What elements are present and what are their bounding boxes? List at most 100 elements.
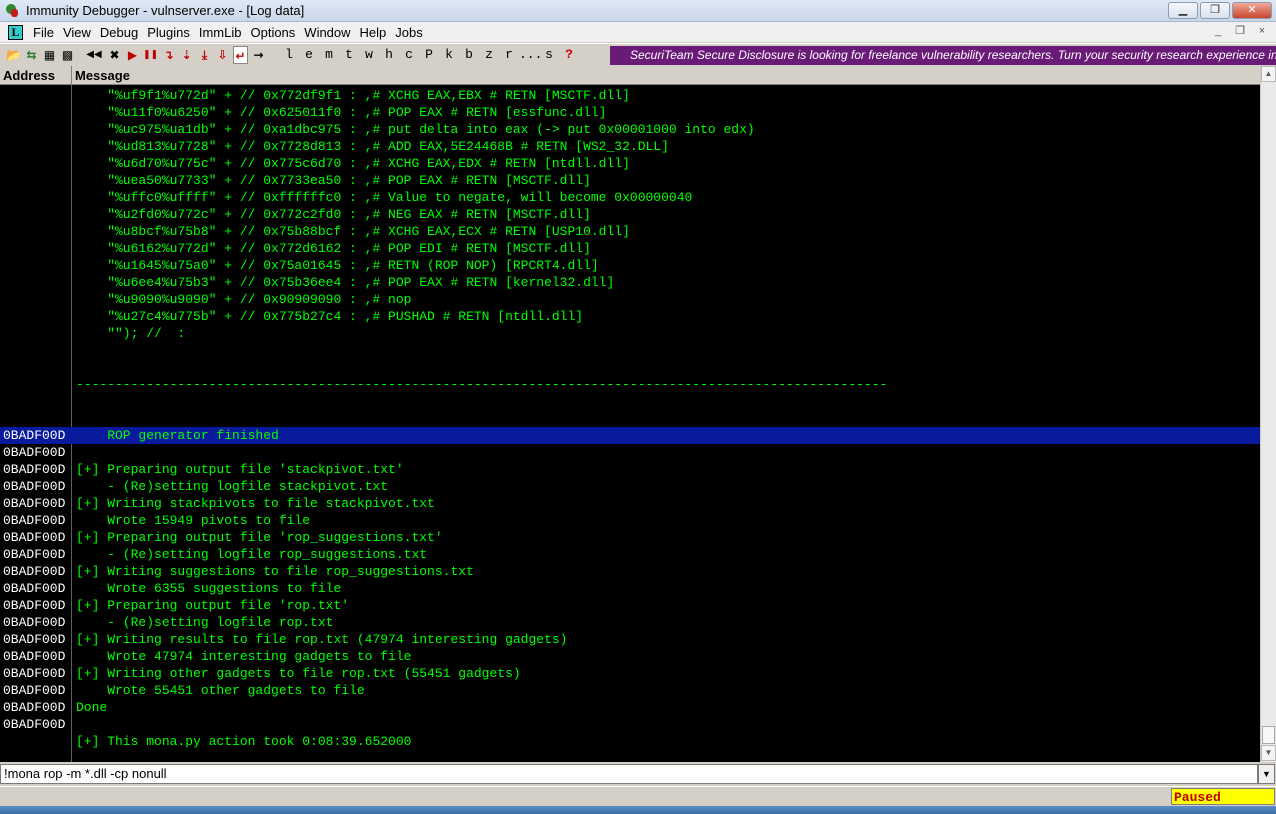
log-line[interactable]: 0BADF00D [+] Preparing output file 'stack… xyxy=(0,461,1260,478)
run-icon[interactable]: ▶ xyxy=(125,46,140,64)
title-bar[interactable]: Immunity Debugger - vulnserver.exe - [Lo… xyxy=(0,0,1276,22)
threads-button[interactable]: t xyxy=(339,46,359,64)
executable-modules-button[interactable]: e xyxy=(299,46,319,64)
log-line[interactable]: "%u27c4%u775b" + // 0x775b27c4 : ,# PUSH… xyxy=(0,308,1260,325)
log-line[interactable]: 0BADF00D - (Re)setting logfile rop_sugge… xyxy=(0,546,1260,563)
log-line[interactable] xyxy=(0,393,1260,410)
log-line[interactable]: "%u9090%u9090" + // 0x90909090 : ,# nop xyxy=(0,291,1260,308)
address-column-header[interactable]: Address xyxy=(0,66,72,84)
child-restore-button[interactable]: ❐ xyxy=(1232,24,1248,38)
log-line[interactable]: "%u8bcf%u75b8" + // 0x75b88bcf : ,# XCHG… xyxy=(0,223,1260,240)
vertical-scrollbar[interactable]: ▲ ▼ xyxy=(1260,66,1276,762)
log-line[interactable]: "%uea50%u7733" + // 0x7733ea50 : ,# POP … xyxy=(0,172,1260,189)
restart-icon[interactable]: ⇆ xyxy=(24,46,39,64)
log-line[interactable]: 0BADF00D Wrote 15949 pivots to file xyxy=(0,512,1260,529)
close-file-icon[interactable]: ▦ xyxy=(42,46,57,64)
log-line[interactable]: "%u2fd0%u772c" + // 0x772c2fd0 : ,# NEG … xyxy=(0,206,1260,223)
scroll-down-arrow-icon[interactable]: ▼ xyxy=(1261,745,1276,761)
log-line[interactable]: 0BADF00D [+] Preparing output file 'rop_s… xyxy=(0,529,1260,546)
advertisement-banner[interactable]: SecuriTeam Secure Disclosure is looking … xyxy=(610,46,1276,65)
source-button[interactable]: s xyxy=(539,46,559,64)
log-line[interactable]: 0BADF00D Wrote 47974 interesting gadgets… xyxy=(0,648,1260,665)
go-to-icon[interactable]: → xyxy=(251,46,266,64)
log-line[interactable]: "%u6162%u772d" + // 0x772d6162 : ,# POP … xyxy=(0,240,1260,257)
log-line[interactable]: 0BADF00D Wrote 55451 other gadgets to fi… xyxy=(0,682,1260,699)
log-line[interactable]: "%ud813%u7728" + // 0x7728d813 : ,# ADD … xyxy=(0,138,1260,155)
command-history-dropdown-icon[interactable]: ▼ xyxy=(1258,764,1275,784)
rewind-icon[interactable]: ◀◀ xyxy=(84,46,104,64)
open-icon[interactable]: 📂 xyxy=(6,46,21,64)
log-line[interactable]: 0BADF00D - (Re)setting logfile rop.txt xyxy=(0,614,1260,631)
log-line[interactable]: "%uc975%ua1db" + // 0xa1dbc975 : ,# put … xyxy=(0,121,1260,138)
menu-immlib[interactable]: ImmLib xyxy=(197,25,249,40)
log-address: 0BADF00D xyxy=(3,479,66,494)
menu-jobs[interactable]: Jobs xyxy=(393,25,429,40)
log-line[interactable]: "%u6d70%u775c" + // 0x775c6d70 : ,# XCHG… xyxy=(0,155,1260,172)
step-into-icon[interactable]: ↴ xyxy=(161,46,176,64)
scroll-thumb[interactable] xyxy=(1262,726,1275,744)
child-minimize-button[interactable]: _ xyxy=(1210,24,1226,38)
log-line[interactable] xyxy=(0,359,1260,376)
breakpoints-button[interactable]: b xyxy=(459,46,479,64)
pause-icon[interactable]: ❚❚ xyxy=(143,46,158,64)
log-line[interactable]: 0BADF00D [+] Writing suggestions to file … xyxy=(0,563,1260,580)
windows-button[interactable]: w xyxy=(359,46,379,64)
execute-till-return-icon[interactable]: ↵ xyxy=(233,45,248,64)
immunity-app-icon[interactable] xyxy=(4,3,20,19)
log-line[interactable]: 0BADF00D xyxy=(0,716,1260,733)
run-trace-button[interactable]: ... xyxy=(519,46,542,64)
references-button[interactable]: r xyxy=(499,46,519,64)
log-line[interactable]: "%uffc0%uffff" + // 0xffffffc0 : ,# Valu… xyxy=(0,189,1260,206)
step-over-icon[interactable]: ⇣ xyxy=(179,46,194,64)
stop-icon[interactable]: ✖ xyxy=(107,46,122,64)
log-line[interactable]: "%uf9f1%u772d" + // 0x772df9f1 : ,# XCHG… xyxy=(0,87,1260,104)
help-button[interactable]: ? xyxy=(559,46,579,64)
log-line[interactable]: 0BADF00D Done xyxy=(0,699,1260,716)
handles-button[interactable]: h xyxy=(379,46,399,64)
menu-file[interactable]: File xyxy=(31,25,61,40)
log-line[interactable]: 0BADF00D Wrote 6355 suggestions to file xyxy=(0,580,1260,597)
log-line[interactable]: 0BADF00D xyxy=(0,444,1260,461)
log-line[interactable]: ""); // : xyxy=(0,325,1260,342)
log-window-icon[interactable]: L xyxy=(8,24,23,40)
log-line[interactable]: ----------------------------------------… xyxy=(0,376,1260,393)
log-line[interactable] xyxy=(0,342,1260,359)
log-message: [+] Writing suggestions to file rop_sugg… xyxy=(76,564,474,579)
log-line[interactable]: 0BADF00D ROP generator finished xyxy=(0,427,1260,444)
patches-button[interactable]: P xyxy=(419,46,439,64)
log-line[interactable]: 0BADF00D - (Re)setting logfile stackpivo… xyxy=(0,478,1260,495)
log-line[interactable]: 0BADF00D [+] Writing stackpivots to file … xyxy=(0,495,1260,512)
menu-plugins[interactable]: Plugins xyxy=(145,25,197,40)
memory-breakpoints-button[interactable]: z xyxy=(479,46,499,64)
menu-window[interactable]: Window xyxy=(302,25,357,40)
memory-map-button[interactable]: m xyxy=(319,46,339,64)
scroll-up-arrow-icon[interactable]: ▲ xyxy=(1261,66,1276,82)
minimize-button[interactable]: ▁ xyxy=(1168,2,1198,19)
log-line[interactable]: 0BADF00D [+] Writing results to file rop.… xyxy=(0,631,1260,648)
call-stack-button[interactable]: k xyxy=(439,46,459,64)
windows-icon[interactable]: ▩ xyxy=(60,46,75,64)
command-input[interactable]: !mona rop -m *.dll -cp nonull xyxy=(0,764,1258,784)
child-close-button[interactable]: × xyxy=(1254,24,1270,38)
log-window-button[interactable]: l xyxy=(279,46,299,64)
trace-over-icon[interactable]: ⇩ xyxy=(215,46,230,64)
log-line[interactable]: "%u11f0%u6250" + // 0x625011f0 : ,# POP … xyxy=(0,104,1260,121)
menu-bar: L File View Debug Plugins ImmLib Options… xyxy=(0,22,1276,42)
log-message: "%u6ee4%u75b3" + // 0x75b36ee4 : ,# POP … xyxy=(76,275,615,290)
message-column-header[interactable]: Message xyxy=(72,66,1260,84)
menu-help[interactable]: Help xyxy=(358,25,394,40)
log-body[interactable]: "%uf9f1%u772d" + // 0x772df9f1 : ,# XCHG… xyxy=(0,85,1260,762)
restore-button[interactable]: ❐ xyxy=(1200,2,1230,19)
log-line[interactable]: 0BADF00D [+] Preparing output file 'rop.t… xyxy=(0,597,1260,614)
log-line[interactable]: "%u6ee4%u75b3" + // 0x75b36ee4 : ,# POP … xyxy=(0,274,1260,291)
log-line[interactable]: "%u1645%u75a0" + // 0x75a01645 : ,# RETN… xyxy=(0,257,1260,274)
menu-options[interactable]: Options xyxy=(248,25,302,40)
menu-debug[interactable]: Debug xyxy=(98,25,145,40)
trace-into-icon[interactable]: ⤓ xyxy=(197,46,212,64)
log-line[interactable] xyxy=(0,410,1260,427)
menu-view[interactable]: View xyxy=(61,25,98,40)
cpu-button[interactable]: c xyxy=(399,46,419,64)
close-button[interactable]: ✕ xyxy=(1232,2,1272,19)
log-line[interactable]: 0BADF00D [+] Writing other gadgets to fil… xyxy=(0,665,1260,682)
log-line[interactable]: [+] This mona.py action took 0:08:39.652… xyxy=(0,733,1260,750)
